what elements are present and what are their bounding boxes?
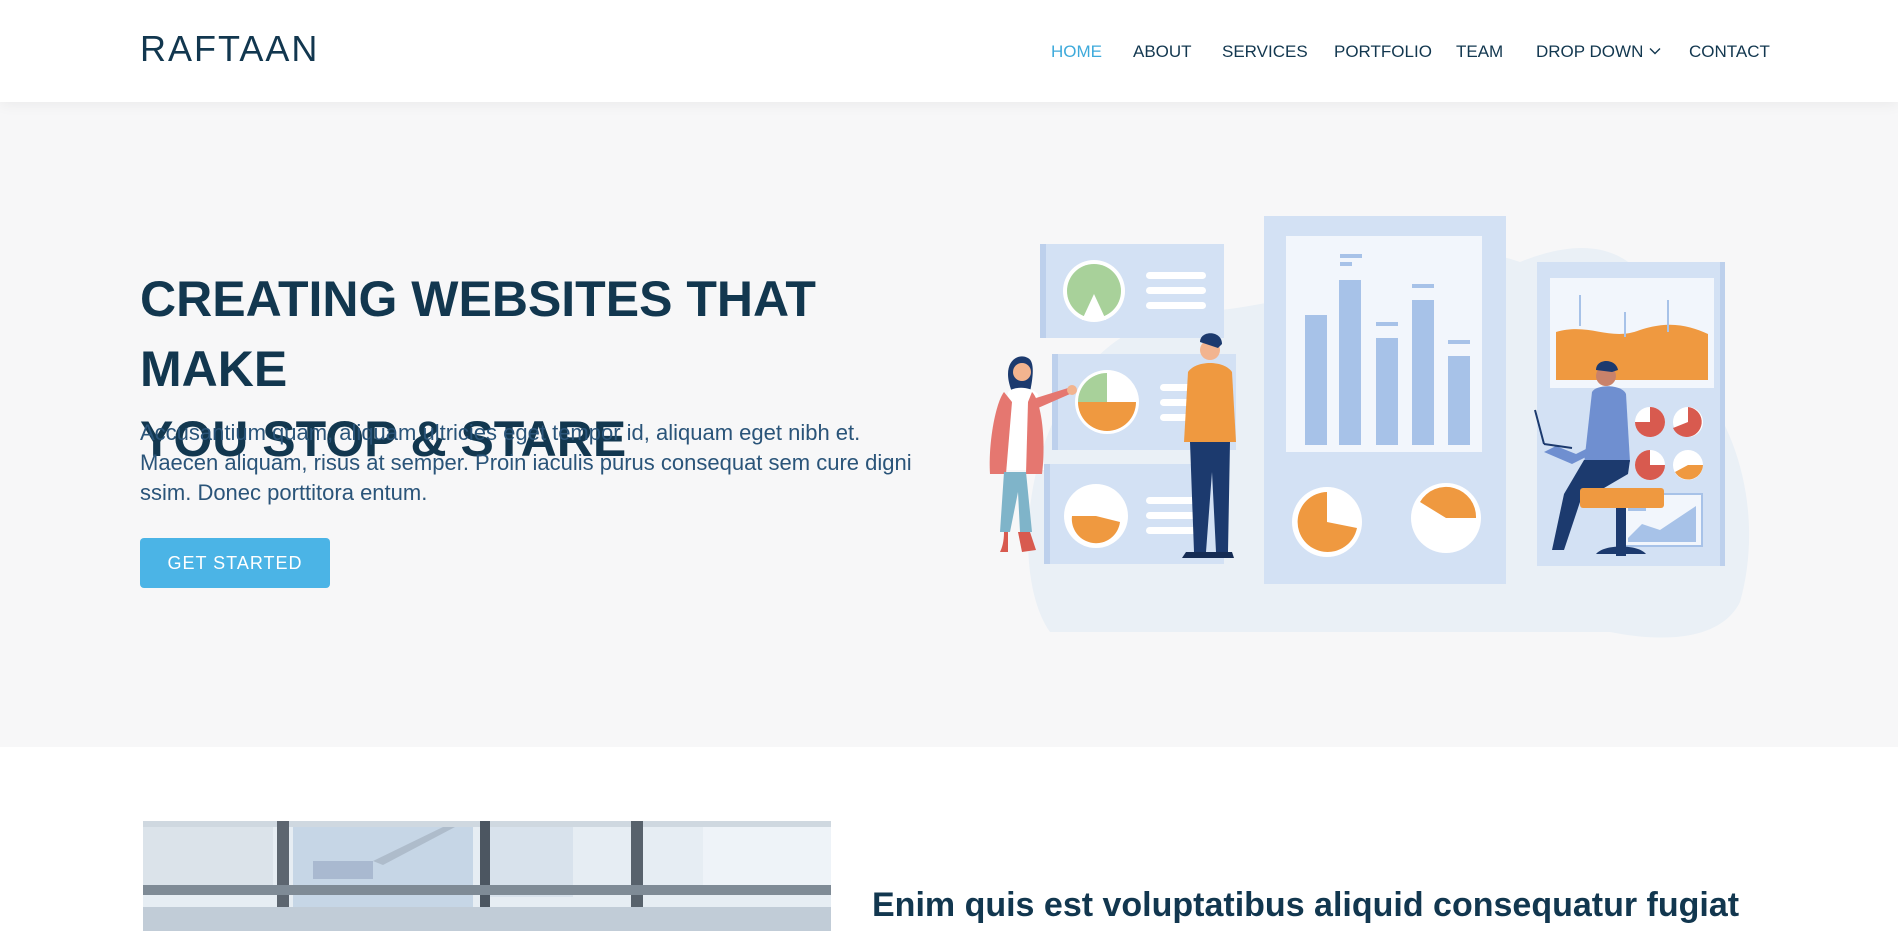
get-started-button[interactable]: GET STARTED: [140, 538, 330, 588]
nav-services[interactable]: SERVICES: [1222, 40, 1308, 64]
chevron-down-icon: [1649, 48, 1661, 55]
nav-portfolio[interactable]: PORTFOLIO: [1334, 40, 1432, 64]
hero-title-line1: CREATING WEBSITES THAT MAKE: [140, 271, 816, 397]
nav-team[interactable]: TEAM: [1456, 40, 1503, 64]
nav-contact[interactable]: CONTACT: [1689, 40, 1770, 64]
site-header: RAFTAAN HOME ABOUT SERVICES PORTFOLIO TE…: [0, 0, 1898, 102]
nav-dropdown-label: DROP DOWN: [1536, 42, 1644, 61]
nav-dropdown[interactable]: DROP DOWN: [1536, 40, 1661, 64]
office-building-image: [143, 821, 831, 931]
analytics-team-illustration: [989, 216, 1750, 638]
hero-section: CREATING WEBSITES THAT MAKE YOU STOP & S…: [0, 102, 1898, 747]
about-title: Enim quis est voluptatibus aliquid conse…: [872, 886, 1740, 924]
main-nav: HOME ABOUT SERVICES PORTFOLIO TEAM DROP …: [0, 40, 1898, 64]
nav-home[interactable]: HOME: [1051, 40, 1102, 64]
nav-about[interactable]: ABOUT: [1133, 40, 1192, 64]
office-building-photo: [143, 821, 831, 931]
hero-description: Accusantium quam, aliquam ultricies eget…: [140, 420, 912, 505]
